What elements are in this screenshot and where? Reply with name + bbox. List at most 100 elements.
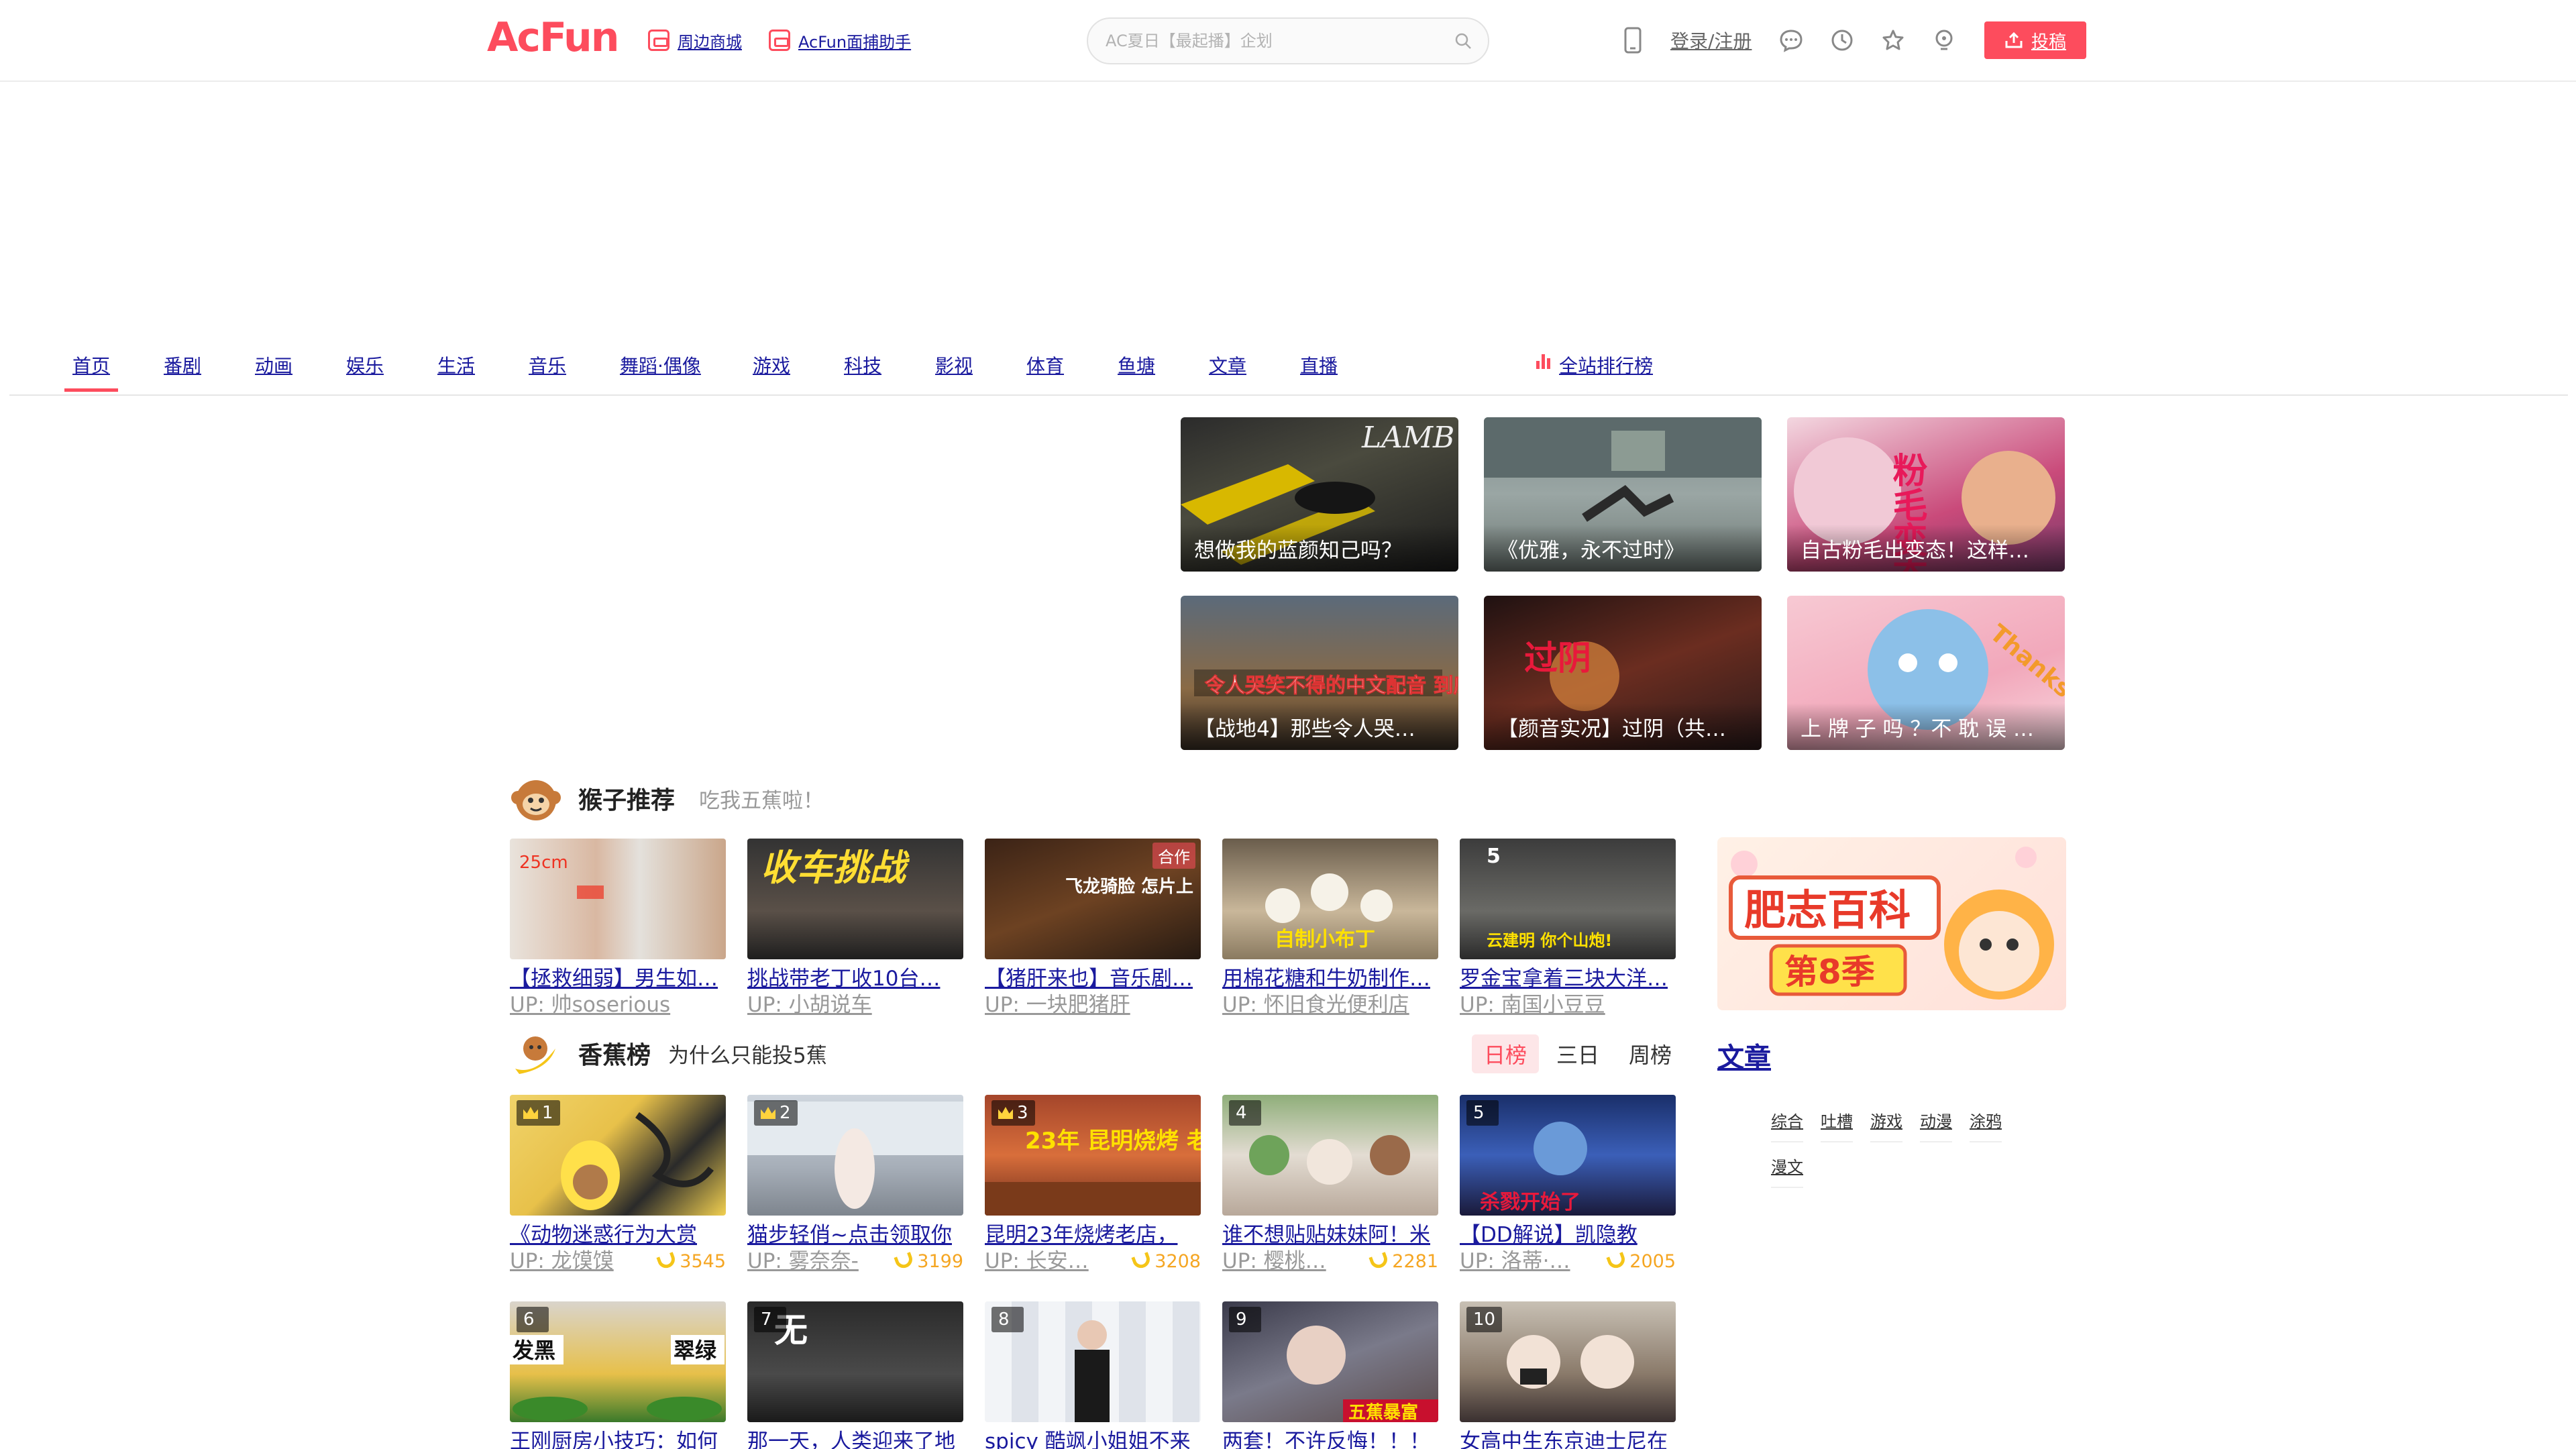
nav-item-tech[interactable]: 科技 bbox=[844, 352, 881, 392]
video-title[interactable]: 昆明23年烧烤老店， bbox=[985, 1221, 1201, 1249]
video-card[interactable]: 25cm 【拯救细弱】男生如… UP: 帅soserious bbox=[510, 839, 726, 1017]
search-icon[interactable] bbox=[1454, 32, 1472, 50]
video-title[interactable]: spicy 酷飒小姐姐不来 bbox=[985, 1428, 1201, 1449]
nav-item-game[interactable]: 游戏 bbox=[753, 352, 790, 392]
article-tag[interactable]: 吐槽 bbox=[1821, 1108, 1853, 1142]
video-title[interactable]: 用棉花糖和牛奶制作… bbox=[1222, 965, 1438, 993]
nav-item-film[interactable]: 影视 bbox=[935, 352, 973, 392]
video-thumbnail[interactable]: 23年 昆明烧烤 老店 3 bbox=[985, 1095, 1201, 1216]
message-icon[interactable] bbox=[1776, 25, 1806, 55]
article-tag[interactable]: 动漫 bbox=[1920, 1108, 1952, 1142]
article-section-title[interactable]: 文章 bbox=[1717, 1036, 1771, 1075]
favorite-icon[interactable] bbox=[1878, 25, 1908, 55]
video-thumbnail[interactable]: 自制小布丁 bbox=[1222, 839, 1438, 959]
upload-button[interactable]: 投稿 bbox=[1984, 21, 2086, 59]
hero-card[interactable]: Thanks 上 牌 子 吗 ？不 耽 误 … bbox=[1787, 596, 2065, 750]
bulb-icon[interactable] bbox=[1929, 25, 1959, 55]
tab-three-days[interactable]: 三日 bbox=[1544, 1034, 1611, 1073]
video-thumbnail[interactable]: 杀戮开始了 5 bbox=[1460, 1095, 1676, 1216]
ranked-video-card[interactable]: 23年 昆明烧烤 老店 3 昆明23年烧烤老店， UP: 长安… 3208 bbox=[985, 1095, 1201, 1273]
video-uploader[interactable]: UP: 帅soserious bbox=[510, 993, 726, 1017]
video-thumbnail[interactable]: 五蕉暴富 9 bbox=[1222, 1301, 1438, 1422]
video-thumbnail[interactable]: 1 bbox=[510, 1095, 726, 1216]
video-title[interactable]: 猫步轻俏~点击领取你 bbox=[747, 1221, 963, 1249]
video-uploader[interactable]: UP: 一块肥猪肝 bbox=[985, 993, 1201, 1017]
video-uploader[interactable]: UP: 洛蒂·… bbox=[1460, 1249, 1570, 1273]
video-uploader[interactable]: UP: 怀旧食光便利店 bbox=[1222, 993, 1438, 1017]
video-uploader[interactable]: UP: 樱桃… bbox=[1222, 1249, 1326, 1273]
article-tag[interactable]: 漫文 bbox=[1771, 1154, 1803, 1188]
search-input[interactable] bbox=[1088, 19, 1424, 63]
tab-daily[interactable]: 日榜 bbox=[1472, 1034, 1540, 1073]
nav-item-article[interactable]: 文章 bbox=[1209, 352, 1246, 392]
hero-title[interactable]: 想做我的蓝颜知己吗？ bbox=[1194, 533, 1402, 564]
video-title[interactable]: 《动物迷惑行为大赏 bbox=[510, 1221, 726, 1249]
nav-item-dance[interactable]: 舞蹈·偶像 bbox=[620, 352, 701, 392]
video-thumbnail[interactable]: 收车挑战 bbox=[747, 839, 963, 959]
video-title[interactable]: 谁不想贴贴妹妹阿！米 bbox=[1222, 1221, 1438, 1249]
video-thumbnail[interactable]: 云建明 你个山炮! 5 bbox=[1460, 839, 1676, 959]
tab-weekly[interactable]: 周榜 bbox=[1617, 1034, 1684, 1073]
ranked-video-card[interactable]: 杀戮开始了 5 【DD解说】凯隐教 UP: 洛蒂·… 2005 bbox=[1460, 1095, 1676, 1273]
video-title[interactable]: 挑战带老丁收10台… bbox=[747, 965, 963, 993]
video-title[interactable]: 【DD解说】凯隐教 bbox=[1460, 1221, 1676, 1249]
ranked-video-card[interactable]: 10 女高中生东京迪士尼在 bbox=[1460, 1301, 1676, 1449]
login-register-link[interactable]: 登录/注册 bbox=[1670, 27, 1752, 54]
ranked-video-card[interactable]: 无 搁 亡 浅 7 那一天，人类迎来了地 bbox=[747, 1301, 963, 1449]
video-card[interactable]: 飞龙骑脸 怎片上 合作 【猪肝来也】音乐剧… UP: 一块肥猪肝 bbox=[985, 839, 1201, 1017]
hero-card[interactable]: 令人哭笑不得的中文配音 到底是谁给配的? 【战地4】那些令人哭… bbox=[1181, 596, 1458, 750]
video-title[interactable]: 女高中生东京迪士尼在 bbox=[1460, 1428, 1676, 1449]
ranked-video-card[interactable]: 发黑 翠绿 6 王刚厨房小技巧：如何 bbox=[510, 1301, 726, 1449]
article-tag[interactable]: 涂鸦 bbox=[1970, 1108, 2002, 1142]
nav-item-music[interactable]: 音乐 bbox=[529, 352, 566, 392]
acfun-logo[interactable]: AcFun bbox=[487, 14, 619, 61]
video-uploader[interactable]: UP: 长安… bbox=[985, 1249, 1089, 1273]
ranked-video-card[interactable]: 4 谁不想贴贴妹妹阿！米 UP: 樱桃… 2281 bbox=[1222, 1095, 1438, 1273]
video-thumbnail[interactable]: 10 bbox=[1460, 1301, 1676, 1422]
video-thumbnail[interactable]: 无 搁 亡 浅 7 bbox=[747, 1301, 963, 1422]
video-thumbnail[interactable]: 8 bbox=[985, 1301, 1201, 1422]
video-title[interactable]: 两套！不许反悔！！！ bbox=[1222, 1428, 1438, 1449]
shop-link-label[interactable]: 周边商城 bbox=[678, 29, 742, 52]
video-title[interactable]: 【猪肝来也】音乐剧… bbox=[985, 965, 1201, 993]
video-uploader[interactable]: UP: 小胡说车 bbox=[747, 993, 963, 1017]
ranked-video-card[interactable]: 2 猫步轻俏~点击领取你 UP: 雾奈奈- 3199 bbox=[747, 1095, 963, 1273]
promo-banner[interactable]: 肥志百科 第8季 bbox=[1717, 837, 2066, 1010]
video-thumbnail[interactable]: 25cm bbox=[510, 839, 726, 959]
video-title[interactable]: 那一天，人类迎来了地 bbox=[747, 1428, 963, 1449]
hero-card[interactable]: LAMB 想做我的蓝颜知己吗？ bbox=[1181, 417, 1458, 572]
nav-item-life[interactable]: 生活 bbox=[437, 352, 475, 392]
nav-item-home[interactable]: 首页 bbox=[64, 352, 119, 392]
video-card[interactable]: 收车挑战 挑战带老丁收10台… UP: 小胡说车 bbox=[747, 839, 963, 1017]
video-thumbnail[interactable]: 飞龙骑脸 怎片上 合作 bbox=[985, 839, 1201, 959]
ranked-video-card[interactable]: 五蕉暴富 9 两套！不许反悔！！！ bbox=[1222, 1301, 1438, 1449]
video-uploader[interactable]: UP: 南国小豆豆 bbox=[1460, 993, 1676, 1017]
nav-item-anime[interactable]: 动画 bbox=[255, 352, 292, 392]
video-thumbnail[interactable]: 发黑 翠绿 6 bbox=[510, 1301, 726, 1422]
video-card[interactable]: 自制小布丁 用棉花糖和牛奶制作… UP: 怀旧食光便利店 bbox=[1222, 839, 1438, 1017]
ranked-video-card[interactable]: 8 spicy 酷飒小姐姐不来 bbox=[985, 1301, 1201, 1449]
video-uploader[interactable]: UP: 雾奈奈- bbox=[747, 1249, 859, 1273]
shop-link[interactable]: 周边商城 bbox=[648, 27, 742, 54]
history-icon[interactable] bbox=[1827, 25, 1857, 55]
nav-item-fishpond[interactable]: 鱼塘 bbox=[1118, 352, 1155, 392]
nav-item-bangumi[interactable]: 番剧 bbox=[164, 352, 201, 392]
video-uploader[interactable]: UP: 龙馍馍 bbox=[510, 1249, 614, 1273]
face-capture-link[interactable]: AcFun面捕助手 bbox=[769, 27, 911, 54]
mobile-icon[interactable] bbox=[1618, 25, 1648, 55]
video-thumbnail[interactable]: 2 bbox=[747, 1095, 963, 1216]
nav-item-sports[interactable]: 体育 bbox=[1026, 352, 1064, 392]
video-title[interactable]: 【拯救细弱】男生如… bbox=[510, 965, 726, 993]
video-title[interactable]: 王刚厨房小技巧：如何 bbox=[510, 1428, 726, 1449]
ranking-link[interactable]: 全站排行榜 bbox=[1535, 352, 1653, 378]
ranked-video-card[interactable]: 1 《动物迷惑行为大赏 UP: 龙馍馍 3545 bbox=[510, 1095, 726, 1273]
hero-title[interactable]: 上 牌 子 吗 ？不 耽 误 … bbox=[1801, 712, 2034, 742]
hero-card[interactable]: 过阴 【颜音实况】过阴（共… bbox=[1484, 596, 1762, 750]
video-thumbnail[interactable]: 4 bbox=[1222, 1095, 1438, 1216]
hero-title[interactable]: 【颜音实况】过阴（共… bbox=[1497, 712, 1726, 742]
hero-card[interactable]: 粉毛变态 自古粉毛出变态！这样… bbox=[1787, 417, 2065, 572]
nav-item-live[interactable]: 直播 bbox=[1300, 352, 1338, 392]
article-tag[interactable]: 游戏 bbox=[1870, 1108, 1902, 1142]
video-card[interactable]: 云建明 你个山炮! 5 罗金宝拿着三块大洋… UP: 南国小豆豆 bbox=[1460, 839, 1676, 1017]
nav-item-entertainment[interactable]: 娱乐 bbox=[346, 352, 384, 392]
